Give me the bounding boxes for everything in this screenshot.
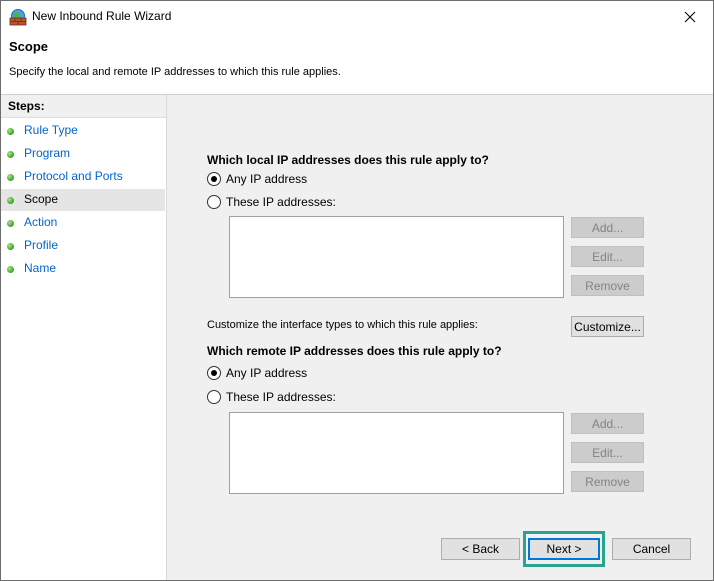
step-label: Scope bbox=[24, 192, 59, 206]
step-label: Program bbox=[24, 146, 71, 160]
steps-label: Steps: bbox=[8, 99, 45, 113]
next-button[interactable]: Next > bbox=[528, 538, 600, 560]
step-status-icon bbox=[7, 266, 14, 273]
customize-button[interactable]: Customize... bbox=[571, 316, 644, 337]
step-status-icon bbox=[7, 197, 14, 204]
local-ip-question: Which local IP addresses does this rule … bbox=[207, 153, 489, 167]
local-edit-button[interactable]: Edit... bbox=[571, 246, 644, 267]
step-status-icon bbox=[7, 151, 14, 158]
local-any-ip-label: Any IP address bbox=[226, 172, 308, 186]
remote-any-ip-radio[interactable] bbox=[207, 366, 221, 380]
customize-description: Customize the interface types to which t… bbox=[207, 319, 478, 331]
remote-these-ip-radio[interactable] bbox=[207, 390, 221, 404]
steps-header: Steps: bbox=[1, 95, 166, 118]
close-icon bbox=[684, 11, 696, 22]
wizard-window: New Inbound Rule Wizard Scope Specify th… bbox=[0, 0, 714, 581]
title-bar: New Inbound Rule Wizard bbox=[1, 1, 713, 32]
cancel-button[interactable]: Cancel bbox=[612, 538, 691, 560]
step-label: Rule Type bbox=[24, 123, 78, 137]
page-description: Specify the local and remote IP addresse… bbox=[9, 66, 341, 78]
local-remove-button[interactable]: Remove bbox=[571, 275, 644, 296]
steps-sidebar: Steps: Rule Type Program Protocol and Po… bbox=[1, 95, 167, 580]
step-status-icon bbox=[7, 174, 14, 181]
remote-edit-button[interactable]: Edit... bbox=[571, 442, 644, 463]
step-label: Profile bbox=[24, 238, 59, 252]
step-label: Protocol and Ports bbox=[24, 169, 123, 183]
step-label: Name bbox=[24, 261, 57, 275]
back-button[interactable]: < Back bbox=[441, 538, 520, 560]
page-title: Scope bbox=[9, 39, 49, 54]
step-scope[interactable]: Scope bbox=[1, 189, 165, 211]
remote-any-ip-label: Any IP address bbox=[226, 366, 308, 380]
scope-panel: Which local IP addresses does this rule … bbox=[167, 95, 713, 580]
step-label: Action bbox=[24, 215, 58, 229]
step-status-icon bbox=[7, 128, 14, 135]
step-rule-type[interactable]: Rule Type bbox=[1, 120, 165, 142]
remote-these-ip-label: These IP addresses: bbox=[226, 390, 336, 404]
local-these-ip-label: These IP addresses: bbox=[226, 195, 336, 209]
local-ip-list[interactable] bbox=[229, 216, 564, 298]
window-title: New Inbound Rule Wizard bbox=[32, 9, 172, 23]
local-any-ip-radio[interactable] bbox=[207, 172, 221, 186]
step-status-icon bbox=[7, 243, 14, 250]
step-status-icon bbox=[7, 220, 14, 227]
remote-ip-question: Which remote IP addresses does this rule… bbox=[207, 344, 502, 358]
step-name[interactable]: Name bbox=[1, 258, 165, 280]
firewall-icon bbox=[9, 8, 27, 26]
step-program[interactable]: Program bbox=[1, 143, 165, 165]
step-protocol-and-ports[interactable]: Protocol and Ports bbox=[1, 166, 165, 188]
local-these-ip-radio[interactable] bbox=[207, 195, 221, 209]
close-button[interactable] bbox=[667, 1, 713, 32]
remote-add-button[interactable]: Add... bbox=[571, 413, 644, 434]
remote-ip-list[interactable] bbox=[229, 412, 564, 494]
wizard-header: Scope Specify the local and remote IP ad… bbox=[1, 32, 713, 95]
local-add-button[interactable]: Add... bbox=[571, 217, 644, 238]
remote-remove-button[interactable]: Remove bbox=[571, 471, 644, 492]
step-profile[interactable]: Profile bbox=[1, 235, 165, 257]
step-action[interactable]: Action bbox=[1, 212, 165, 234]
